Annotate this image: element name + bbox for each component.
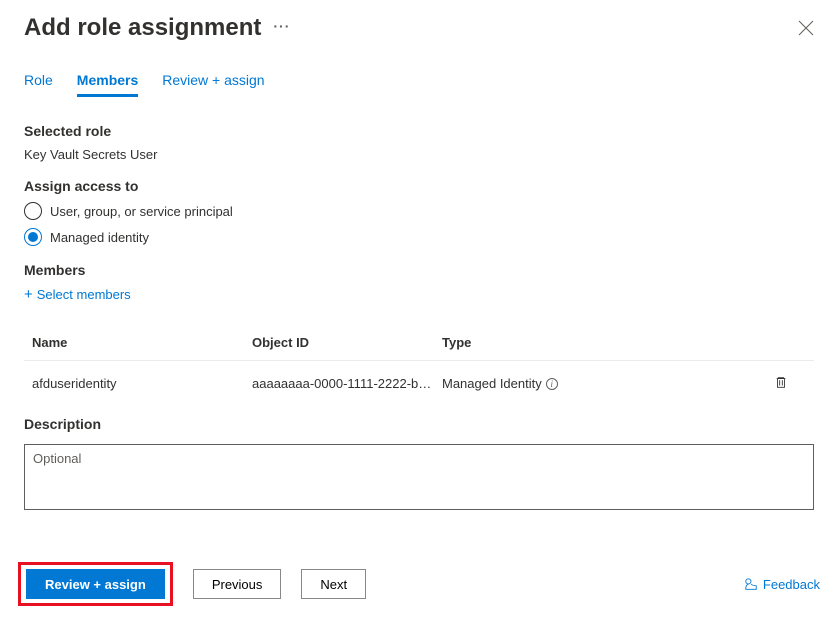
assign-access-label: Assign access to xyxy=(24,178,814,194)
tab-members[interactable]: Members xyxy=(77,72,138,97)
plus-icon: + xyxy=(24,286,33,303)
cell-object-id: aaaaaaaa-0000-1111-2222-bb… xyxy=(252,376,442,391)
description-label: Description xyxy=(24,416,814,432)
tab-role[interactable]: Role xyxy=(24,72,53,97)
cell-type: Managed Identity xyxy=(442,376,542,391)
selected-role-value: Key Vault Secrets User xyxy=(24,147,814,162)
delete-icon[interactable] xyxy=(774,375,814,392)
table-row: afduseridentity aaaaaaaa-0000-1111-2222-… xyxy=(24,361,814,406)
radio-managed-identity[interactable]: Managed identity xyxy=(24,228,814,246)
cell-name: afduseridentity xyxy=(32,376,252,391)
tab-review[interactable]: Review + assign xyxy=(162,72,264,97)
radio-managed-identity-label: Managed identity xyxy=(50,230,149,245)
page-title: Add role assignment xyxy=(24,14,261,42)
highlight-box: Review + assign xyxy=(18,562,173,606)
select-members-text: Select members xyxy=(37,287,131,302)
feedback-link[interactable]: Feedback xyxy=(744,577,820,592)
radio-icon xyxy=(24,202,42,220)
feedback-text: Feedback xyxy=(763,577,820,592)
review-assign-button[interactable]: Review + assign xyxy=(26,569,165,599)
radio-icon xyxy=(24,228,42,246)
col-name: Name xyxy=(32,335,252,350)
members-label: Members xyxy=(24,262,814,278)
table-header: Name Object ID Type xyxy=(24,327,814,361)
col-object-id: Object ID xyxy=(252,335,442,350)
info-icon[interactable]: i xyxy=(546,378,558,390)
radio-user-group[interactable]: User, group, or service principal xyxy=(24,202,814,220)
selected-role-label: Selected role xyxy=(24,123,814,139)
feedback-icon xyxy=(744,577,758,591)
overflow-menu-icon[interactable]: ··· xyxy=(273,18,290,38)
description-input[interactable] xyxy=(24,444,814,510)
radio-user-group-label: User, group, or service principal xyxy=(50,204,233,219)
previous-button[interactable]: Previous xyxy=(193,569,282,599)
col-type: Type xyxy=(442,335,774,350)
close-icon[interactable] xyxy=(798,20,814,36)
select-members-link[interactable]: + Select members xyxy=(24,286,814,303)
next-button[interactable]: Next xyxy=(301,569,366,599)
